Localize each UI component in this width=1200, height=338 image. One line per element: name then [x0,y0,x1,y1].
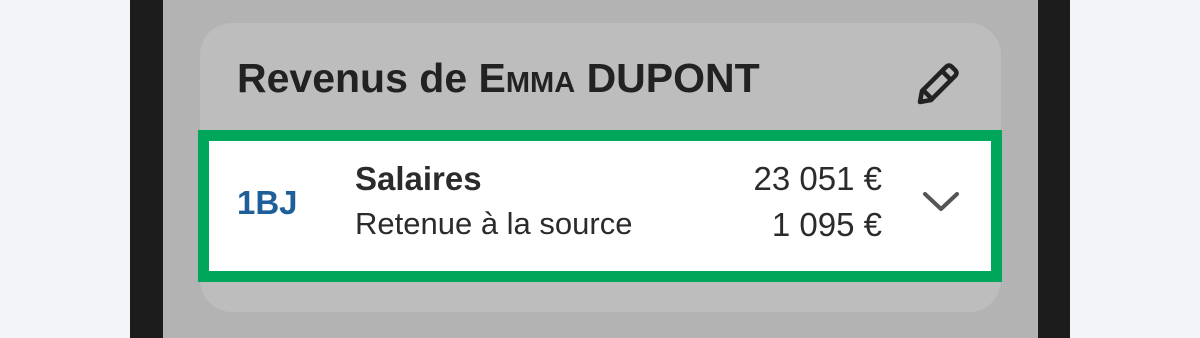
card-title-prefix: Revenus de [237,55,479,101]
income-label: Salaires [355,160,482,197]
card-title: Revenus de Emma DUPONT [237,55,760,102]
income-amount: 23 051 € [753,160,882,197]
card-title-last-name: DUPONT [586,55,760,101]
chevron-down-icon[interactable] [922,188,960,216]
withholding-amount: 1 095 € [771,206,882,243]
box-code: 1BJ [237,184,298,221]
pencil-icon[interactable] [912,58,964,110]
withholding-label: Retenue à la source [355,206,633,241]
card-title-first-name: Emma [478,55,576,101]
